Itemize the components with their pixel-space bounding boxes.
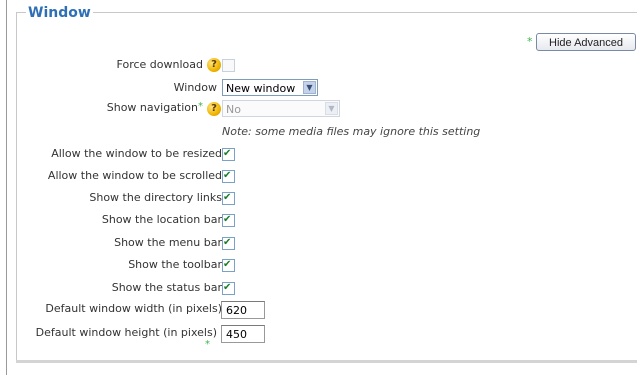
show-navigation-label: Show navigation* bbox=[106, 101, 203, 114]
height-label: Default window height (in pixels) bbox=[35, 326, 217, 339]
status-checkbox[interactable] bbox=[222, 281, 235, 295]
window-label: Window bbox=[173, 81, 217, 94]
directories-label: Show the directory links* bbox=[89, 191, 227, 204]
navigation-note: Note: some media files may ignore this s… bbox=[222, 125, 481, 138]
directories-checkbox[interactable] bbox=[222, 191, 235, 205]
width-label: Default window width (in pixels)* bbox=[45, 302, 227, 315]
show-navigation-select[interactable]: No ▼ bbox=[222, 100, 340, 117]
resizable-checkbox[interactable] bbox=[222, 147, 235, 161]
location-label: Show the location bar* bbox=[101, 213, 227, 226]
advanced-marker: * bbox=[527, 35, 533, 48]
scrollbars-label: Allow the window to be scrolled* bbox=[47, 169, 227, 182]
scrollbars-checkbox[interactable] bbox=[222, 169, 235, 183]
toolbar-label: Show the toolbar* bbox=[128, 258, 227, 271]
window-select[interactable]: New window ▼ bbox=[222, 79, 318, 96]
chevron-down-icon: ▼ bbox=[303, 81, 316, 94]
show-navigation-select-value: No bbox=[226, 103, 241, 116]
help-icon[interactable]: ? bbox=[207, 102, 221, 116]
chevron-down-icon: ▼ bbox=[325, 102, 338, 115]
section-legend: Window bbox=[26, 4, 93, 22]
menubar-label: Show the menu bar* bbox=[114, 236, 227, 249]
hide-advanced-button[interactable]: Hide Advanced bbox=[536, 33, 636, 51]
help-icon[interactable]: ? bbox=[207, 58, 221, 72]
force-download-label: Force download bbox=[116, 58, 203, 71]
height-required-star: * bbox=[205, 339, 210, 350]
location-checkbox[interactable] bbox=[222, 213, 235, 227]
resizable-label: Allow the window to be resized* bbox=[51, 147, 227, 160]
force-download-checkbox[interactable] bbox=[222, 59, 235, 72]
toolbar-checkbox[interactable] bbox=[222, 258, 235, 272]
menubar-checkbox[interactable] bbox=[222, 236, 235, 250]
status-label: Show the status bar* bbox=[111, 281, 227, 294]
width-input[interactable]: 620 bbox=[221, 301, 265, 319]
window-select-value: New window bbox=[226, 82, 296, 95]
fieldset-divider bbox=[16, 360, 637, 363]
height-input[interactable]: 450 bbox=[221, 325, 265, 343]
